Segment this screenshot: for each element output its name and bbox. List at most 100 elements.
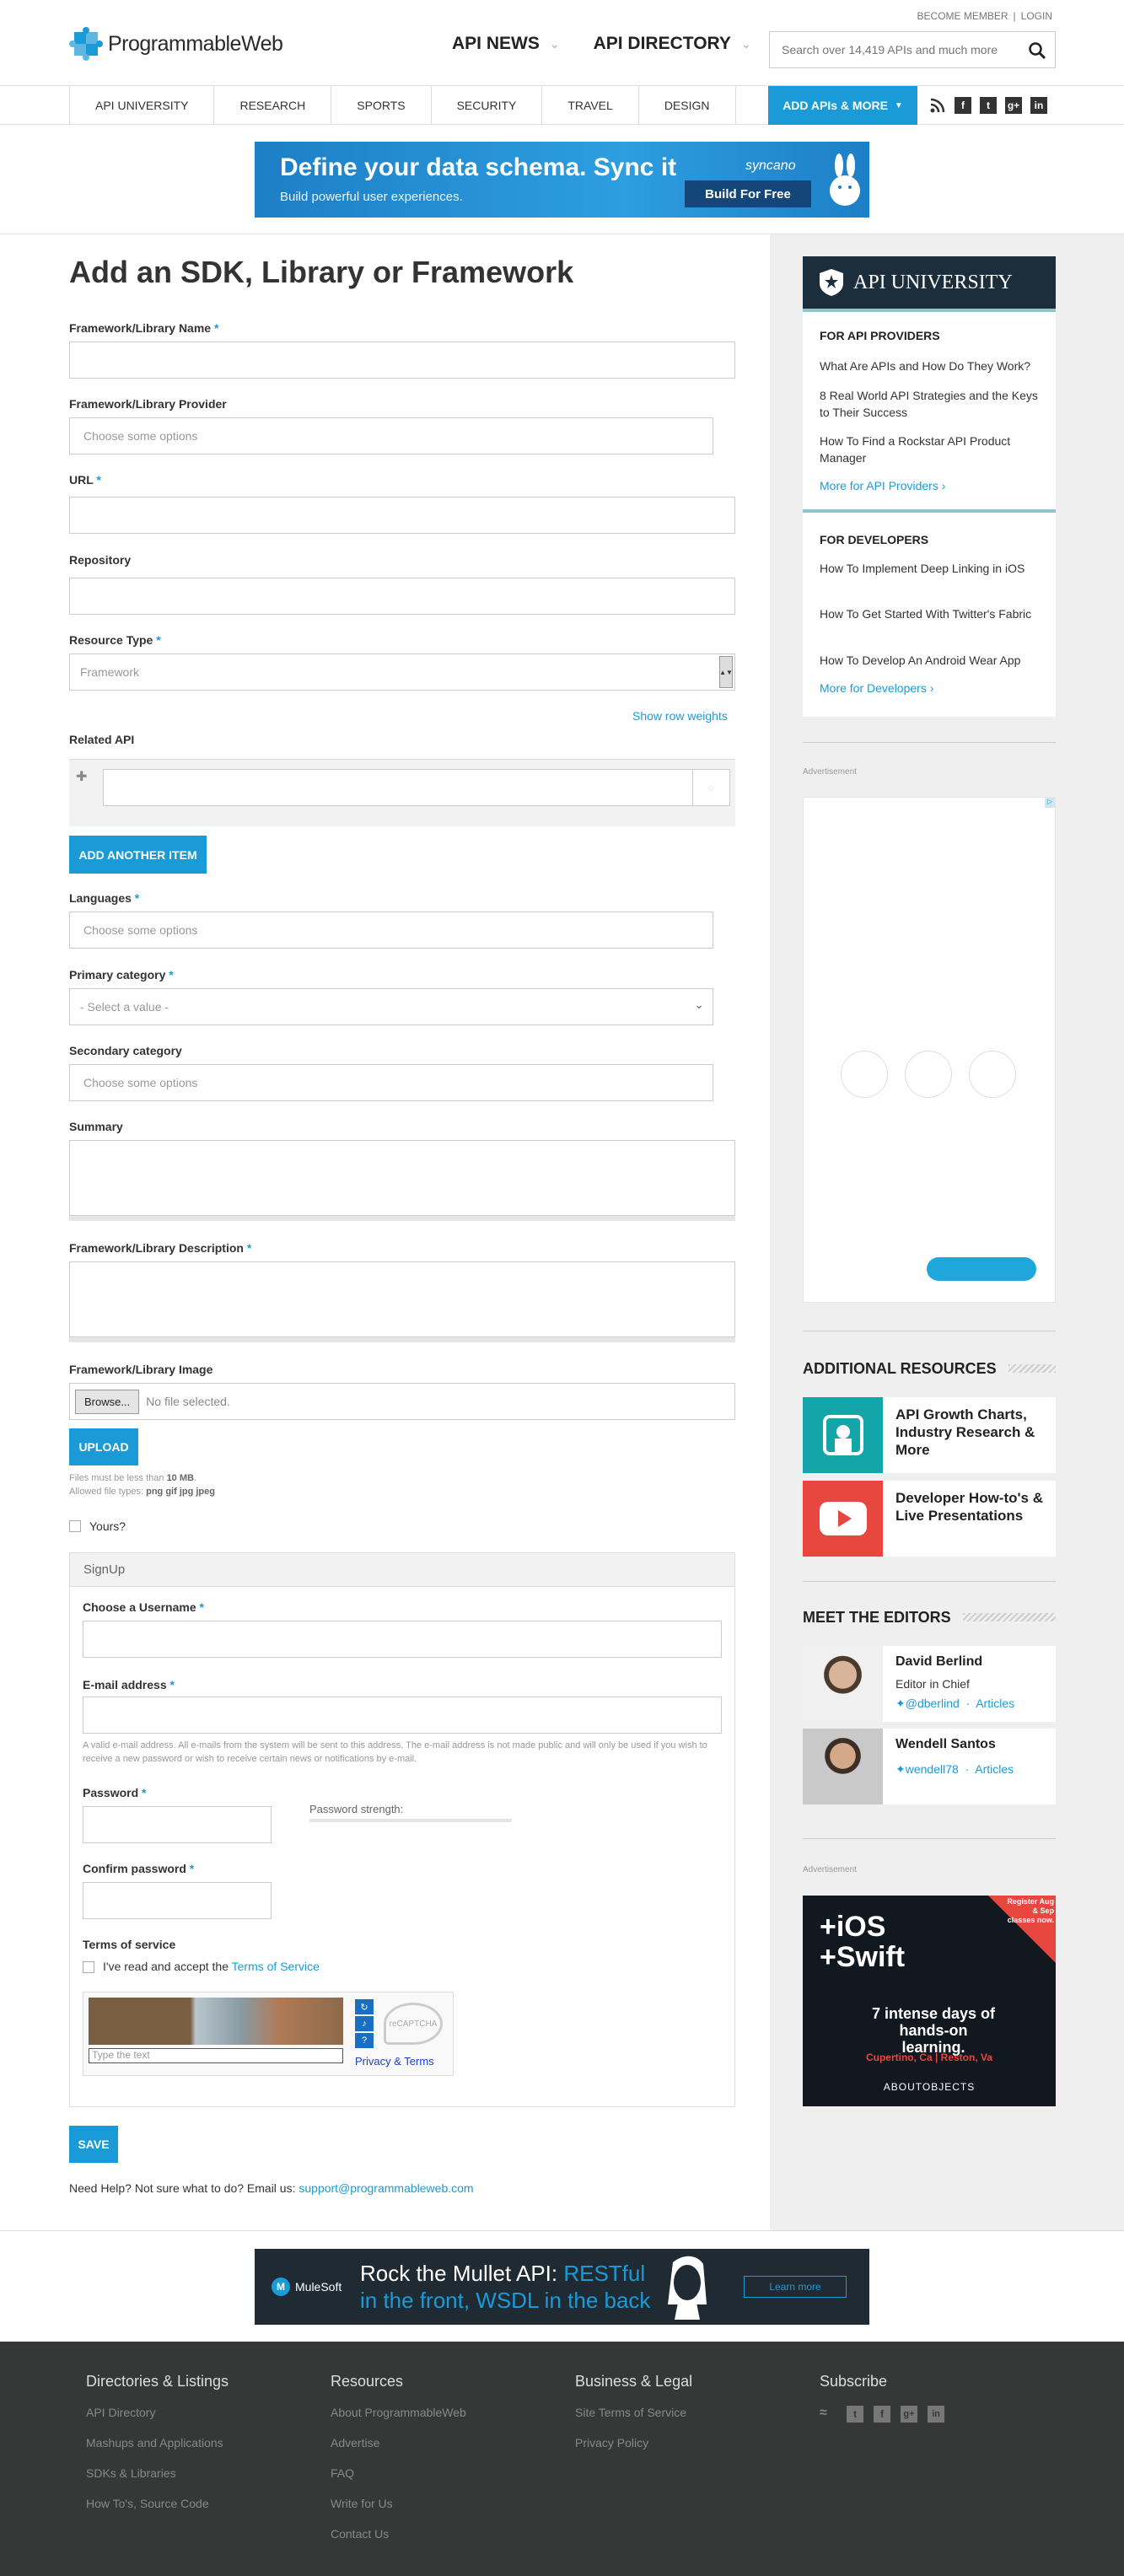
footer-link[interactable]: SDKs & Libraries (86, 2466, 229, 2480)
name-input[interactable] (69, 341, 735, 379)
login-link[interactable]: LOGIN (1021, 10, 1052, 22)
facebook-icon[interactable]: f (955, 97, 971, 114)
captcha-audio-icon[interactable]: ♪ (355, 2016, 374, 2031)
ios-swift-ad[interactable]: Register Aug & Sep classes now. +iOS +Sw… (803, 1896, 1056, 2106)
languages-select[interactable]: Choose some options (69, 912, 713, 949)
support-email-link[interactable]: support@programmableweb.com (298, 2181, 473, 2195)
footer-link[interactable]: How To's, Source Code (86, 2497, 229, 2510)
footer-link[interactable]: FAQ (331, 2466, 466, 2480)
avatar[interactable] (803, 1729, 883, 1804)
editor-articles-link[interactable]: Articles (976, 1697, 1014, 1710)
save-button[interactable]: SAVE (69, 2126, 118, 2163)
facebook-icon[interactable]: f (874, 2406, 890, 2423)
ad-slot[interactable]: ▷ (803, 797, 1056, 1303)
accent-line (803, 309, 1056, 312)
provider-link[interactable]: What Are APIs and How Do They Work? (820, 358, 1043, 374)
provider-link[interactable]: 8 Real World API Strategies and the Keys… (820, 387, 1043, 421)
ad-button[interactable] (927, 1257, 1036, 1281)
developer-link[interactable]: How To Get Started With Twitter's Fabric (820, 605, 1043, 622)
footer-link[interactable]: Contact Us (331, 2527, 466, 2541)
banner-cta-button[interactable]: Build For Free (685, 180, 811, 207)
more-developers-link[interactable]: More for Developers › (820, 681, 933, 695)
resource-type-select[interactable]: Framework ▲▼ (69, 653, 735, 691)
editor-twitter-link[interactable]: @dberlind (906, 1697, 960, 1710)
footer-heading: Directories & Listings (86, 2373, 229, 2390)
show-row-weights-link[interactable]: Show row weights (632, 709, 728, 723)
developer-link[interactable]: How To Implement Deep Linking in iOS (820, 560, 1043, 577)
add-another-item-button[interactable]: ADD ANOTHER ITEM (69, 836, 207, 874)
url-label-text: URL (69, 473, 94, 487)
drag-handle-icon[interactable]: ✚ (76, 768, 87, 785)
twitter-icon[interactable]: t (847, 2406, 863, 2423)
footer-link[interactable]: API Directory (86, 2406, 229, 2419)
footer-link[interactable]: Privacy Policy (575, 2436, 692, 2450)
google-plus-icon[interactable]: g+ (901, 2406, 917, 2423)
provider-select[interactable]: Choose some options (69, 417, 713, 454)
subnav-api-university[interactable]: API UNIVERSITY (69, 86, 213, 125)
resource-card[interactable]: Developer How-to's & Live Presentations (803, 1481, 1056, 1557)
secondary-category-select[interactable]: Choose some options (69, 1064, 713, 1101)
linkedin-icon[interactable]: in (928, 2406, 944, 2423)
learn-more-button[interactable]: Learn more (744, 2276, 847, 2298)
upload-button[interactable]: UPLOAD (69, 1428, 138, 1465)
avatar[interactable] (803, 1646, 883, 1722)
footer-link[interactable]: Write for Us (331, 2497, 466, 2510)
yours-checkbox[interactable] (69, 1520, 81, 1532)
no-file-text: No file selected. (146, 1395, 230, 1408)
tos-checkbox[interactable] (83, 1961, 94, 1973)
related-api-input[interactable] (103, 769, 693, 806)
subnav-security[interactable]: SECURITY (430, 86, 542, 125)
search-icon[interactable] (1028, 41, 1046, 60)
top-ad-banner[interactable]: Define your data schema. Sync it Build p… (255, 142, 869, 218)
rss-icon[interactable]: ≈ (820, 2406, 836, 2423)
repository-input[interactable] (69, 578, 735, 615)
more-providers-link[interactable]: More for API Providers › (820, 479, 945, 492)
editor-name[interactable]: Wendell Santos (895, 1737, 996, 1752)
subnav-research[interactable]: RESEARCH (213, 86, 331, 125)
editor-name[interactable]: David Berlind (895, 1654, 982, 1670)
linkedin-icon[interactable]: in (1030, 97, 1047, 114)
captcha-input[interactable]: Type the text (89, 2048, 343, 2063)
become-member-link[interactable]: BECOME MEMBER (917, 10, 1008, 22)
confirm-password-input[interactable] (83, 1882, 272, 1919)
summary-textarea[interactable] (69, 1140, 735, 1216)
password-input[interactable] (83, 1806, 272, 1843)
developer-link[interactable]: How To Develop An Android Wear App (820, 652, 1043, 669)
image-file-input[interactable]: Browse... No file selected. (69, 1383, 735, 1420)
resize-grip[interactable] (69, 1337, 735, 1342)
captcha-help-icon[interactable]: ? (355, 2033, 374, 2048)
browse-button[interactable]: Browse... (75, 1389, 140, 1414)
resize-grip[interactable] (69, 1216, 735, 1221)
editor-twitter-link[interactable]: wendell78 (906, 1762, 959, 1776)
rss-icon[interactable] (929, 97, 946, 114)
twitter-icon[interactable]: t (980, 97, 997, 114)
api-university-header[interactable]: API UNIVERSITY (803, 256, 1056, 312)
footer-link[interactable]: Mashups and Applications (86, 2436, 229, 2450)
footer-link[interactable]: About ProgrammableWeb (331, 2406, 466, 2419)
email-input[interactable] (83, 1697, 722, 1734)
resource-card[interactable]: API Growth Charts, Industry Research & M… (803, 1397, 1056, 1473)
footer-link[interactable]: Site Terms of Service (575, 2406, 692, 2419)
bottom-ad-banner[interactable]: M MuleSoft Rock the Mullet API: RESTful … (255, 2249, 869, 2325)
primary-category-select[interactable]: - Select a value - ⌄ (69, 988, 713, 1025)
nav-api-directory[interactable]: API DIRECTORY ⌄ (594, 34, 751, 54)
nav-api-news[interactable]: API NEWS ⌄ (452, 34, 560, 54)
captcha-privacy-link[interactable]: Privacy & Terms (355, 2055, 434, 2068)
subnav-travel[interactable]: TRAVEL (541, 86, 637, 125)
description-textarea[interactable] (69, 1261, 735, 1337)
logo[interactable]: ProgrammableWeb (69, 27, 283, 61)
subnav-design[interactable]: DESIGN (637, 86, 736, 125)
twitter-icon: ✦ (895, 1762, 906, 1776)
url-input[interactable] (69, 497, 735, 534)
captcha-reload-icon[interactable]: ↻ (355, 1999, 374, 2014)
search-input[interactable] (770, 32, 1014, 67)
provider-link[interactable]: How To Find a Rockstar API Product Manag… (820, 433, 1043, 466)
editor-articles-link[interactable]: Articles (975, 1762, 1014, 1776)
add-apis-button[interactable]: ADD APIs & MORE ▼ (768, 86, 917, 125)
ad-choices-icon[interactable]: ▷ (1045, 798, 1055, 808)
footer-link[interactable]: Advertise (331, 2436, 466, 2450)
google-plus-icon[interactable]: g+ (1005, 97, 1022, 114)
username-input[interactable] (83, 1621, 722, 1658)
subnav-sports[interactable]: SPORTS (331, 86, 430, 125)
tos-link[interactable]: Terms of Service (232, 1960, 320, 1973)
